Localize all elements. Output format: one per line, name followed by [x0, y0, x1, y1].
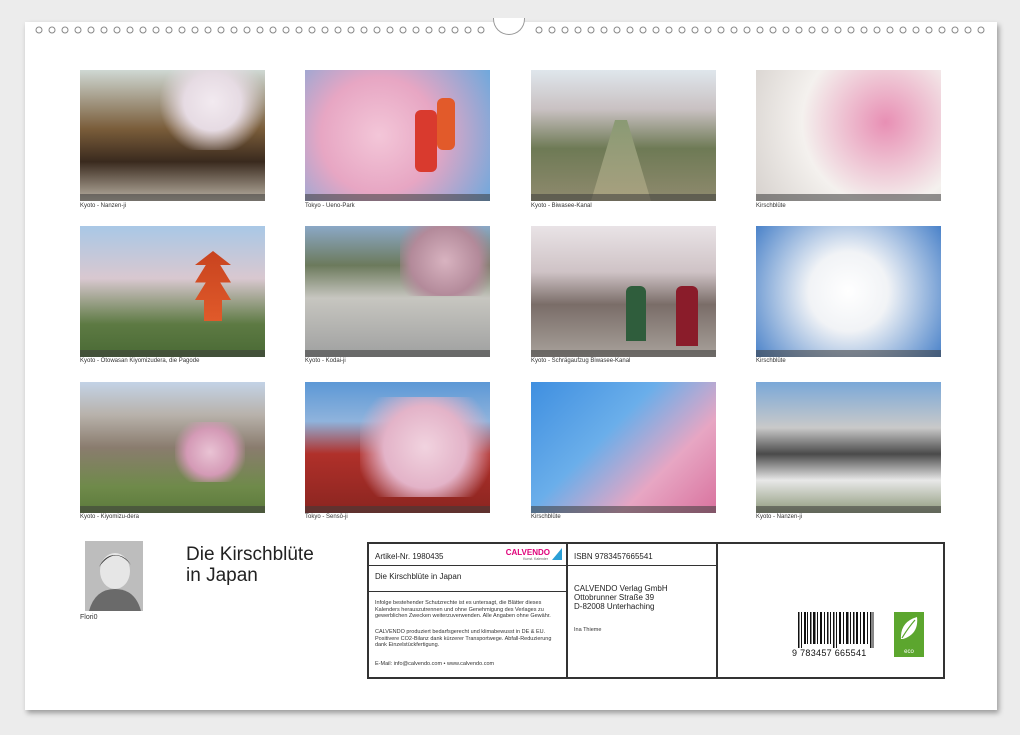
title-line-2: in Japan: [186, 565, 258, 586]
author-portrait: [85, 541, 143, 611]
caption: Kirschblüte: [756, 203, 786, 209]
photo-kirschbluete: [531, 382, 716, 513]
publisher-street: Ottobrunner Straße 39: [574, 593, 655, 602]
author-name: Flori0: [80, 614, 98, 621]
caption: Kirschblüte: [756, 358, 786, 364]
calendar-back-page: Kyoto - Nanzen-ji Tokyo - Ueno-Park Kyot…: [25, 18, 997, 710]
barcode-number: 9 783457 665541: [792, 648, 867, 658]
leaf-icon: [900, 617, 918, 639]
photo-kyoto-biwasee-kanal: [531, 70, 716, 201]
caption: Kirschblüte: [531, 514, 561, 520]
caption: Kyoto - Otowasan Kiyomizudera, die Pagod…: [80, 358, 200, 364]
climate-text: CALVENDO produziert bedarfsgerecht und k…: [375, 629, 552, 649]
caption: Kyoto - Kiyomizu-dera: [80, 514, 140, 520]
publisher-name: CALVENDO Verlag GmbH: [574, 584, 668, 593]
caption: Kyoto - Biwasee-Kanal: [531, 203, 592, 209]
caption: Tokyo - Ueno-Park: [305, 203, 355, 209]
info-column-right: 9 783457 665541 eco: [718, 544, 943, 677]
caption: Tokyo - Sensō-ji: [305, 514, 348, 520]
contact-email: E-Mail: info@calvendo.com • www.calvendo…: [375, 661, 495, 667]
editor-name: Ina Thieme: [574, 627, 602, 633]
photo-tokyo-ueno-park: [305, 70, 490, 201]
photo-kirschbluete: [756, 226, 941, 357]
photo-kirschbluete: [756, 70, 941, 201]
calvendo-logo-sub: Kunst. Kalender: [523, 557, 548, 561]
caption: Kyoto - Nanzen-ji: [756, 514, 803, 520]
title-line-1: Die Kirschblüte: [186, 544, 314, 565]
photo-kyoto-kiyomizudera: [80, 382, 265, 513]
photo-kyoto-kodaiji: [305, 226, 490, 357]
calvendo-logo: CALVENDO: [505, 548, 550, 557]
article-row: Artikel-Nr. 1980435 CALVENDO Kunst. Kale…: [369, 544, 566, 566]
photo-kyoto-nanzenji: [756, 382, 941, 513]
calendar-title: Die Kirschblüte in Japan: [186, 544, 314, 586]
caption: Kyoto - Nanzen-ji: [80, 203, 127, 209]
photo-kyoto-nanzenji: [80, 70, 265, 201]
legal-text: Infolge bestehender Schutzrechte ist es …: [375, 600, 551, 620]
caption: Kyoto - Schrägaufzug Biwasee-Kanal: [531, 358, 631, 364]
caption: Kyoto - Kodai-ji: [305, 358, 346, 364]
publisher-city: D-82008 Unterhaching: [574, 602, 655, 611]
info-calendar-title: Die Kirschblüte in Japan: [375, 572, 462, 581]
eco-label: eco: [904, 649, 914, 655]
photo-kyoto-schraegaufzug: [531, 226, 716, 357]
publisher-info-box: Artikel-Nr. 1980435 CALVENDO Kunst. Kale…: [367, 542, 945, 679]
calvendo-logo-icon: [552, 548, 562, 560]
isbn: ISBN 9783457665541: [574, 552, 653, 561]
barcode: [798, 612, 874, 648]
info-column-left: Artikel-Nr. 1980435 CALVENDO Kunst. Kale…: [369, 544, 568, 677]
article-number: Artikel-Nr. 1980435: [375, 552, 444, 561]
photo-tokyo-sensoji: [305, 382, 490, 513]
photo-kyoto-kiyomizudera-pagode: [80, 226, 265, 357]
eco-badge: eco: [894, 612, 924, 657]
info-column-middle: ISBN 9783457665541 CALVENDO Verlag GmbH …: [568, 544, 718, 677]
